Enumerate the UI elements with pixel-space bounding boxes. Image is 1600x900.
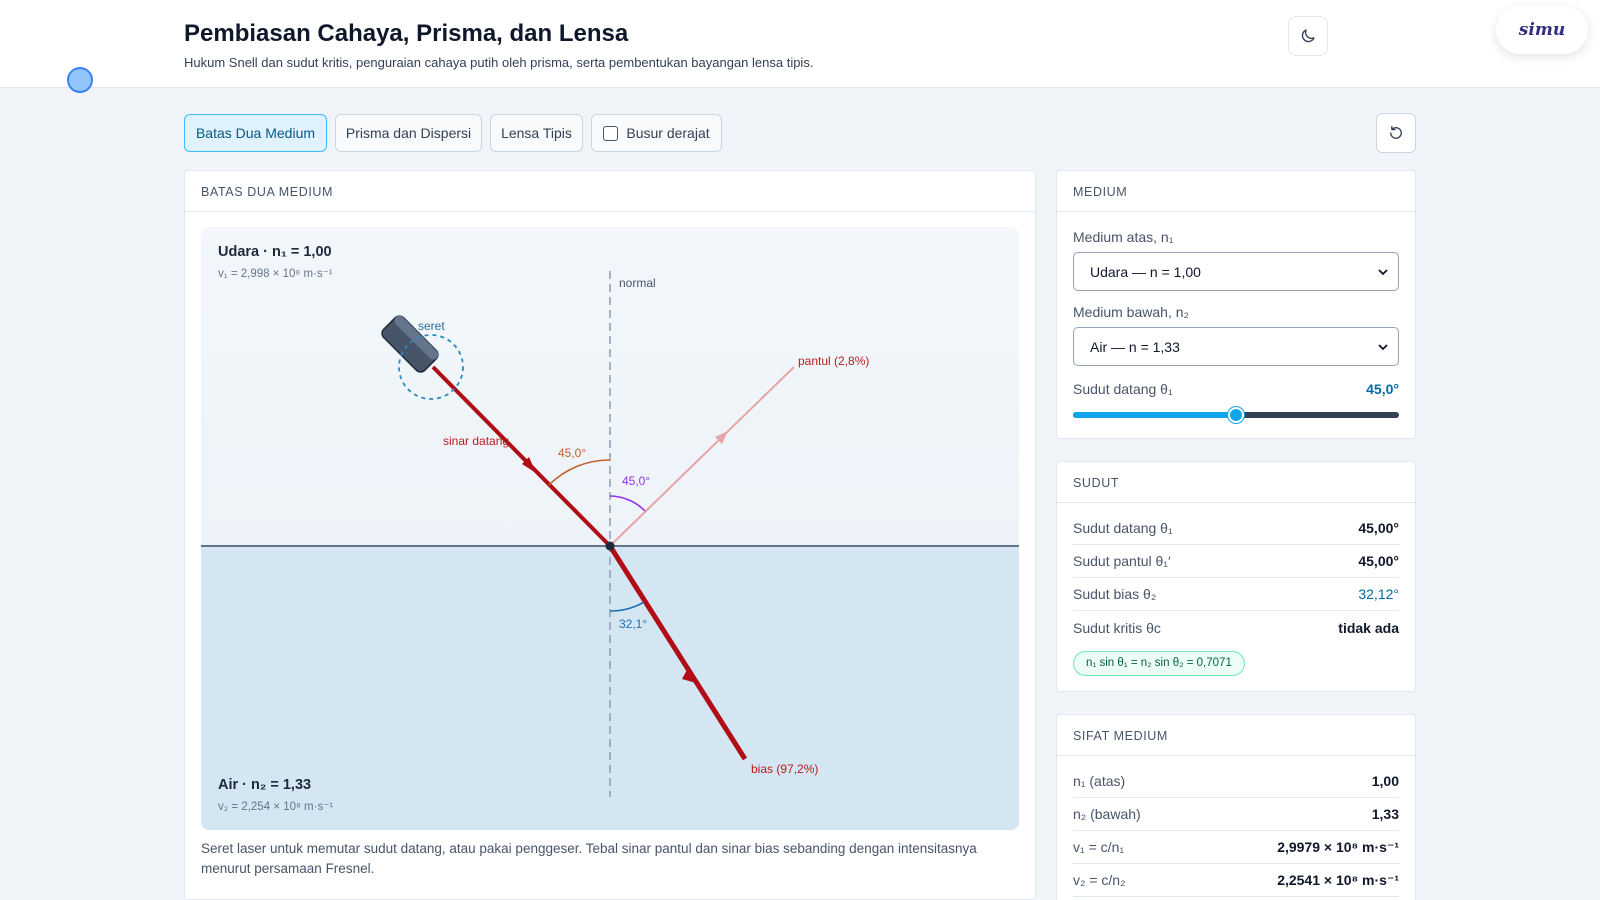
angle-row-value: tidak ada: [1338, 619, 1399, 636]
angle-row-value: 32,12°: [1358, 586, 1399, 602]
page-title: Pembiasan Cahaya, Prisma, dan Lensa: [184, 20, 629, 47]
angle-row-critical: Sudut kritis θc tidak ada: [1073, 611, 1399, 644]
bottom-medium-select[interactable]: Air — n = 1,33: [1073, 327, 1399, 366]
slider-fill: [1073, 412, 1236, 418]
refraction-diagram[interactable]: normal pantul (2,8%) sinar datang bias (…: [201, 227, 1019, 830]
chevron-down-icon: [1378, 344, 1388, 351]
cursor-indicator: [67, 67, 93, 93]
angles-panel: SUDUT Sudut datang θ₁ 45,00° Sudut pantu…: [1056, 461, 1416, 692]
theme-toggle-button[interactable]: [1288, 16, 1328, 56]
property-value: 1,00: [1371, 773, 1399, 789]
reset-button[interactable]: [1376, 113, 1416, 153]
slider-thumb[interactable]: [1228, 407, 1244, 423]
property-label: n₂ (bawah): [1073, 806, 1141, 822]
upper-medium-name: Udara · n₁ = 1,00: [218, 244, 332, 260]
drag-handle-label: seret: [418, 319, 445, 333]
moon-icon: [1301, 29, 1315, 43]
angles-panel-title: SUDUT: [1057, 462, 1415, 503]
property-label: n₁ (atas): [1073, 773, 1126, 789]
angle-row-reflected: Sudut pantul θ₁′ 45,00°: [1073, 545, 1399, 578]
protractor-label: Busur derajat: [626, 125, 710, 141]
medium-panel-title: MEDIUM: [1057, 171, 1415, 212]
simulation-panel: BATAS DUA MEDIUM normal pantul (2,8%) si…: [184, 170, 1036, 900]
snell-law-badge: n₁ sin θ₁ = n₂ sin θ₂ = 0,7071: [1073, 651, 1245, 676]
incident-angle-slider[interactable]: [1073, 407, 1399, 423]
top-medium-value: Udara — n = 1,00: [1090, 264, 1201, 280]
angle-row-value: 45,00°: [1358, 520, 1399, 536]
property-value: 2,2541 × 10⁸ m·s⁻¹: [1277, 871, 1399, 888]
property-row-n2: n₂ (bawah) 1,33: [1073, 798, 1399, 831]
property-label: v₁ = c/n₁: [1073, 839, 1125, 855]
medium-panel: MEDIUM Medium atas, n₁ Udara — n = 1,00 …: [1056, 170, 1416, 439]
incident-angle-slider-value: 45,0°: [1366, 381, 1399, 397]
angle-row-label: Sudut kritis θc: [1073, 619, 1161, 636]
page-subtitle: Hukum Snell dan sudut kritis, penguraian…: [184, 55, 814, 70]
top-medium-select[interactable]: Udara — n = 1,00: [1073, 252, 1399, 291]
top-bar: Pembiasan Cahaya, Prisma, dan Lensa Huku…: [0, 0, 1600, 88]
angle-row-value: 45,00°: [1358, 553, 1399, 569]
incident-ray-label: sinar datang: [443, 434, 509, 448]
brand-badge[interactable]: simu: [1496, 6, 1588, 54]
simulation-canvas[interactable]: normal pantul (2,8%) sinar datang bias (…: [201, 227, 1019, 830]
incidence-point: [605, 541, 615, 551]
medium-properties-title: SIFAT MEDIUM: [1057, 715, 1415, 756]
refracted-ray-label: bias (97,2%): [751, 762, 818, 776]
top-medium-label: Medium atas, n₁: [1073, 229, 1174, 245]
property-value: 2,9979 × 10⁸ m·s⁻¹: [1277, 838, 1399, 855]
medium-properties-panel: SIFAT MEDIUM n₁ (atas) 1,00 n₂ (bawah) 1…: [1056, 714, 1416, 900]
lower-medium-name: Air · n₂ = 1,33: [218, 777, 312, 793]
property-row-v2: v₂ = c/n₂ 2,2541 × 10⁸ m·s⁻¹: [1073, 864, 1399, 897]
protractor-checkbox[interactable]: [603, 125, 619, 141]
protractor-toggle[interactable]: Busur derajat: [591, 114, 722, 152]
refresh-icon: [1390, 125, 1402, 139]
normal-label: normal: [619, 276, 656, 290]
refracted-angle-label: 32,1°: [619, 617, 647, 631]
lower-medium-speed: v₂ = 2,254 × 10⁸ m·s⁻¹: [218, 801, 334, 813]
simulation-panel-title: BATAS DUA MEDIUM: [185, 171, 1035, 212]
bottom-medium-value: Air — n = 1,33: [1090, 339, 1180, 355]
upper-medium-speed: v₁ = 2,998 × 10⁸ m·s⁻¹: [218, 268, 333, 280]
reflected-ray-label: pantul (2,8%): [798, 354, 869, 368]
tab-batas-dua-medium[interactable]: Batas Dua Medium: [184, 114, 327, 152]
property-value: 1,33: [1371, 806, 1399, 822]
property-label: v₂ = c/n₂: [1073, 872, 1126, 888]
property-row-v1: v₁ = c/n₁ 2,9979 × 10⁸ m·s⁻¹: [1073, 831, 1399, 864]
reflected-angle-label: 45,0°: [622, 474, 650, 488]
tab-prisma-dispersi[interactable]: Prisma dan Dispersi: [335, 114, 482, 152]
incident-angle-slider-label: Sudut datang θ₁: [1073, 381, 1173, 397]
angle-row-refracted: Sudut bias θ₂ 32,12°: [1073, 578, 1399, 611]
angle-row-label: Sudut datang θ₁: [1073, 520, 1173, 536]
chevron-down-icon: [1378, 269, 1388, 276]
angle-row-label: Sudut bias θ₂: [1073, 586, 1157, 602]
brand-logo: simu: [1518, 20, 1566, 40]
angle-row-label: Sudut pantul θ₁′: [1073, 553, 1171, 569]
property-row-n1: n₁ (atas) 1,00: [1073, 765, 1399, 798]
incident-angle-label: 45,0°: [558, 446, 586, 460]
simulation-caption: Seret laser untuk memutar sudut datang, …: [201, 841, 977, 876]
bottom-medium-label: Medium bawah, n₂: [1073, 304, 1189, 320]
angle-row-incident: Sudut datang θ₁ 45,00°: [1073, 512, 1399, 545]
tab-lensa-tipis[interactable]: Lensa Tipis: [490, 114, 583, 152]
